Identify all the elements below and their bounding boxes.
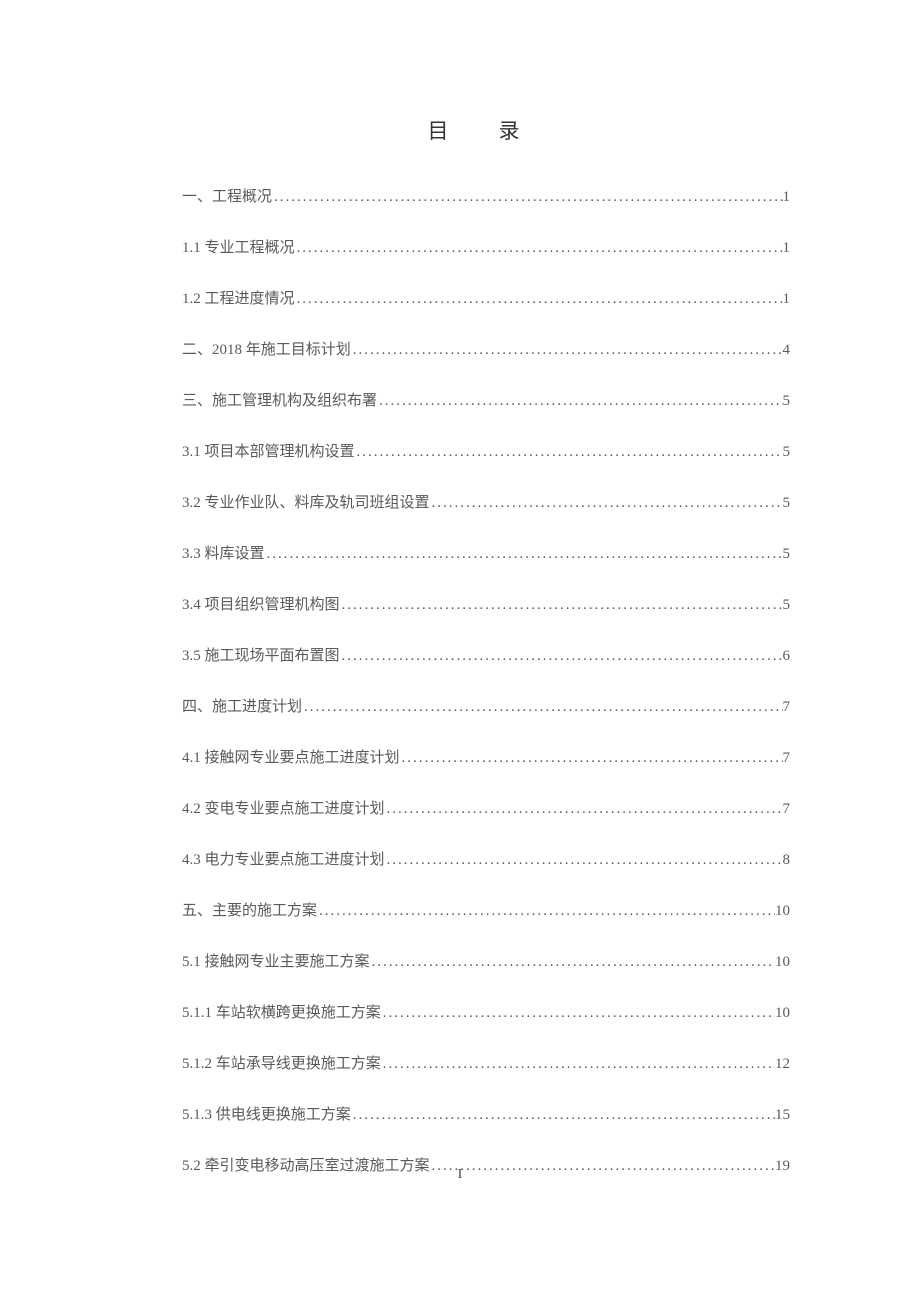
toc-entry-label: 1.1 专业工程概况: [182, 236, 295, 257]
toc-entry-page: 12: [775, 1056, 790, 1073]
toc-entry-page: 1: [783, 189, 791, 206]
toc-entry-label: 3.5 施工现场平面布置图: [182, 644, 340, 665]
toc-entry-leader: ........................................…: [295, 240, 783, 257]
toc-entry-label: 5.2 牵引变电移动高压室过渡施工方案: [182, 1154, 430, 1175]
toc-entry-leader: ........................................…: [265, 546, 783, 563]
toc-entry-label: 5.1 接触网专业主要施工方案: [182, 950, 370, 971]
toc-title: 目录: [182, 115, 790, 145]
toc-entry-page: 10: [775, 954, 790, 971]
toc-entry[interactable]: 4.1 接触网专业要点施工进度计划 ......................…: [182, 746, 790, 767]
toc-entry[interactable]: 3.5 施工现场平面布置图 ..........................…: [182, 644, 790, 665]
toc-entry-label: 三、施工管理机构及组织布署: [182, 389, 377, 410]
toc-entry-page: 10: [775, 903, 790, 920]
toc-entry-page: 7: [783, 801, 791, 818]
toc-entry-page: 19: [775, 1158, 790, 1175]
toc-entry[interactable]: 三、施工管理机构及组织布署 ..........................…: [182, 389, 790, 410]
toc-entry-label: 五、主要的施工方案: [182, 899, 317, 920]
toc-entry[interactable]: 3.2 专业作业队、料库及轨司班组设置 ....................…: [182, 491, 790, 512]
toc-entry[interactable]: 3.3 料库设置 ...............................…: [182, 542, 790, 563]
page-number: I: [458, 1167, 463, 1183]
toc-entry-leader: ........................................…: [351, 1107, 775, 1124]
toc-entry-leader: ........................................…: [295, 291, 783, 308]
toc-entry[interactable]: 5.1.3 供电线更换施工方案 ........................…: [182, 1103, 790, 1124]
toc-entry-leader: ........................................…: [385, 801, 783, 818]
toc-entry-label: 5.1.3 供电线更换施工方案: [182, 1103, 351, 1124]
toc-entry-leader: ........................................…: [317, 903, 775, 920]
toc-entry-label: 3.4 项目组织管理机构图: [182, 593, 340, 614]
toc-entry-label: 四、施工进度计划: [182, 695, 302, 716]
document-page: 目录 一、工程概况 ..............................…: [0, 0, 920, 1175]
toc-entry-page: 1: [783, 240, 791, 257]
toc-entry[interactable]: 五、主要的施工方案 ..............................…: [182, 899, 790, 920]
toc-entry-leader: ........................................…: [377, 393, 782, 410]
toc-entry-leader: ........................................…: [430, 1158, 775, 1175]
toc-entry[interactable]: 4.2 变电专业要点施工进度计划 .......................…: [182, 797, 790, 818]
toc-entry-leader: ........................................…: [351, 342, 783, 359]
toc-entry[interactable]: 3.1 项目本部管理机构设置 .........................…: [182, 440, 790, 461]
toc-entry-label: 3.3 料库设置: [182, 542, 265, 563]
toc-entry-label: 4.2 变电专业要点施工进度计划: [182, 797, 385, 818]
toc-entry-leader: ........................................…: [340, 597, 783, 614]
toc-entry-label: 一、工程概况: [182, 185, 272, 206]
toc-entry-label: 1.2 工程进度情况: [182, 287, 295, 308]
toc-entry-page: 6: [783, 648, 791, 665]
toc-entry-leader: ........................................…: [340, 648, 783, 665]
toc-entry[interactable]: 5.1 接触网专业主要施工方案 ........................…: [182, 950, 790, 971]
toc-entry-leader: ........................................…: [302, 699, 782, 716]
toc-entry-leader: ........................................…: [400, 750, 783, 767]
toc-entry-page: 4: [783, 342, 791, 359]
toc-entry-page: 5: [783, 495, 791, 512]
toc-entry[interactable]: 一、工程概况 .................................…: [182, 185, 790, 206]
toc-entry-page: 5: [783, 444, 791, 461]
toc-entry-leader: ........................................…: [272, 189, 782, 206]
toc-entry-leader: ........................................…: [430, 495, 783, 512]
toc-entry-page: 7: [783, 750, 791, 767]
toc-entry[interactable]: 3.4 项目组织管理机构图 ..........................…: [182, 593, 790, 614]
toc-entry-label: 5.1.1 车站软横跨更换施工方案: [182, 1001, 381, 1022]
toc-entry-leader: ........................................…: [381, 1056, 775, 1073]
toc-entry-leader: ........................................…: [385, 852, 783, 869]
toc-entry-page: 8: [783, 852, 791, 869]
toc-entry-label: 3.2 专业作业队、料库及轨司班组设置: [182, 491, 430, 512]
toc-entry-label: 4.1 接触网专业要点施工进度计划: [182, 746, 400, 767]
toc-entry-label: 二、2018 年施工目标计划: [182, 338, 351, 359]
toc-entry-page: 5: [783, 546, 791, 563]
toc-entry[interactable]: 四、施工进度计划 ...............................…: [182, 695, 790, 716]
toc-entry-label: 3.1 项目本部管理机构设置: [182, 440, 355, 461]
toc-entry-label: 5.1.2 车站承导线更换施工方案: [182, 1052, 381, 1073]
toc-entry-page: 10: [775, 1005, 790, 1022]
toc-entry[interactable]: 5.2 牵引变电移动高压室过渡施工方案 ....................…: [182, 1154, 790, 1175]
toc-entry[interactable]: 4.3 电力专业要点施工进度计划 .......................…: [182, 848, 790, 869]
toc-entry-page: 1: [783, 291, 791, 308]
toc-entry-page: 7: [783, 699, 791, 716]
toc-entry-leader: ........................................…: [370, 954, 775, 971]
toc-entry[interactable]: 1.2 工程进度情况 .............................…: [182, 287, 790, 308]
toc-entry[interactable]: 1.1 专业工程概况 .............................…: [182, 236, 790, 257]
toc-entry-page: 5: [783, 597, 791, 614]
toc-entry-leader: ........................................…: [355, 444, 783, 461]
toc-entry[interactable]: 二、2018 年施工目标计划 .........................…: [182, 338, 790, 359]
toc-entry-page: 15: [775, 1107, 790, 1124]
toc-entry-page: 5: [783, 393, 791, 410]
toc-entry-leader: ........................................…: [381, 1005, 775, 1022]
toc-entry-label: 4.3 电力专业要点施工进度计划: [182, 848, 385, 869]
toc-entry[interactable]: 5.1.2 车站承导线更换施工方案 ......................…: [182, 1052, 790, 1073]
toc-entry[interactable]: 5.1.1 车站软横跨更换施工方案 ......................…: [182, 1001, 790, 1022]
toc-list: 一、工程概况 .................................…: [182, 185, 790, 1175]
